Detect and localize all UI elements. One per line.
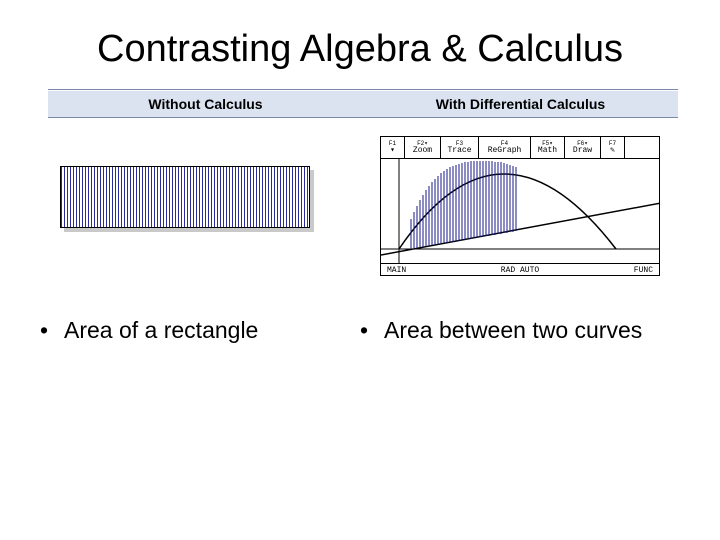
slide-title: Contrasting Algebra & Calculus xyxy=(0,0,720,89)
calculator-status-bar: MAIN RAD AUTO FUNC xyxy=(381,263,659,277)
calculator-screen: F1 ▾ F2▾ Zoom F3 Trace F4 ReGraph F5▾ xyxy=(380,136,660,276)
bullet-area-between-curves: Area between two curves xyxy=(360,316,660,346)
menu-blank xyxy=(625,137,659,158)
menu-f7-pen: F7 ✎ xyxy=(601,137,625,158)
menu-f1: F1 ▾ xyxy=(381,137,405,158)
calculator-plot xyxy=(381,159,659,263)
bullet-row: Area of a rectangle Area between two cur… xyxy=(40,316,680,346)
header-without-calculus: Without Calculus xyxy=(48,90,363,117)
menu-f4-regraph: F4 ReGraph xyxy=(479,137,531,158)
illustration-row: F1 ▾ F2▾ Zoom F3 Trace F4 ReGraph F5▾ xyxy=(40,136,680,286)
header-with-calculus: With Differential Calculus xyxy=(363,90,678,117)
menu-f5-math: F5▾ Math xyxy=(531,137,565,158)
rectangle-illustration xyxy=(60,166,310,228)
calculator-cell: F1 ▾ F2▾ Zoom F3 Trace F4 ReGraph F5▾ xyxy=(360,136,680,286)
bullet-rectangle-area: Area of a rectangle xyxy=(40,316,340,346)
menu-f6-draw: F6▾ Draw xyxy=(565,137,601,158)
rectangle-cell xyxy=(40,136,360,286)
bullet-list-right: Area between two curves xyxy=(360,316,680,346)
status-main: MAIN xyxy=(387,266,406,275)
status-rad-auto: RAD AUTO xyxy=(501,266,539,275)
comparison-header: Without Calculus With Differential Calcu… xyxy=(48,89,678,118)
menu-f2-zoom: F2▾ Zoom xyxy=(405,137,441,158)
calculator-menu: F1 ▾ F2▾ Zoom F3 Trace F4 ReGraph F5▾ xyxy=(381,137,659,159)
bullet-list-left: Area of a rectangle xyxy=(40,316,360,346)
menu-f3-trace: F3 Trace xyxy=(441,137,479,158)
status-func: FUNC xyxy=(634,266,653,275)
